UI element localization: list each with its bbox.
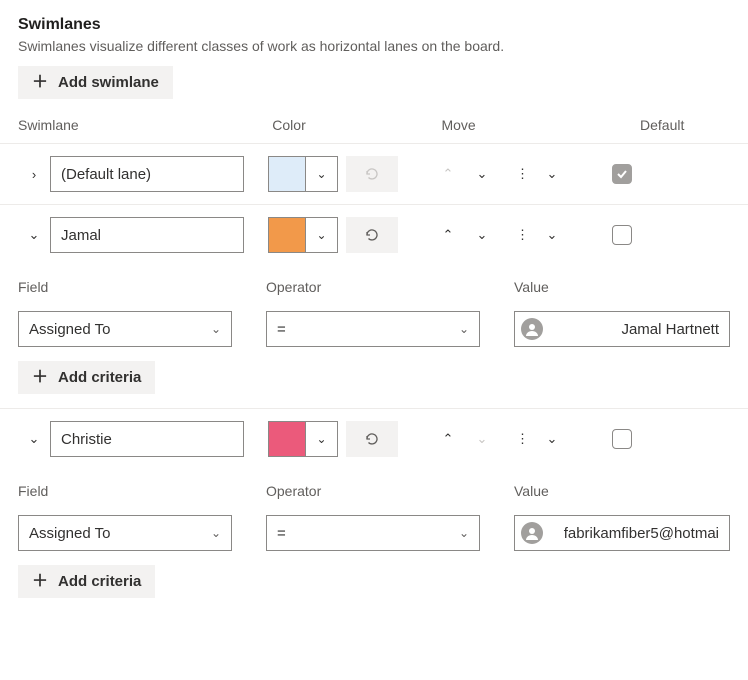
chevron-down-icon: ⌄ — [459, 322, 469, 336]
chevron-down-icon: ⌄ — [29, 227, 40, 243]
chevron-up-icon: ⌃ — [443, 227, 454, 243]
col-header-operator: Operator — [266, 279, 514, 295]
criteria-field-select[interactable]: Assigned To ⌄ — [18, 515, 232, 551]
col-header-value: Value — [514, 279, 730, 295]
refresh-icon — [364, 166, 380, 182]
criteria-value-select[interactable]: Jamal Hartnett — [514, 311, 730, 347]
kebab-icon: ⋮ — [516, 166, 528, 182]
criteria-row: Assigned To ⌄ = ⌄ Jamal Hartnett — [0, 307, 748, 361]
criteria-field-value: Assigned To — [29, 525, 110, 542]
check-icon — [616, 168, 628, 180]
chevron-down-icon: ⌄ — [211, 322, 221, 336]
expand-toggle[interactable]: ⌄ — [18, 219, 50, 251]
criteria-value-text: fabrikamfiber5@hotmai — [564, 525, 719, 542]
chevron-down-icon: ⌄ — [547, 431, 558, 447]
lane-name-input[interactable] — [50, 156, 244, 192]
avatar-icon — [521, 522, 543, 544]
col-header-move: Move — [441, 117, 640, 133]
lane-name-input[interactable] — [50, 217, 244, 253]
chevron-down-icon: ⌄ — [29, 431, 40, 447]
col-header-field: Field — [18, 483, 266, 499]
col-header-value: Value — [514, 483, 730, 499]
default-checkbox[interactable] — [612, 429, 632, 449]
move-up-button[interactable]: ⌃ — [434, 425, 462, 453]
move-down-button[interactable]: ⌄ — [468, 160, 496, 188]
chevron-right-icon: › — [32, 167, 36, 182]
add-swimlane-label: Add swimlane — [58, 74, 159, 91]
refresh-icon — [364, 431, 380, 447]
more-menu-button[interactable]: ⋮ — [508, 425, 536, 453]
chevron-up-icon: ⌃ — [443, 166, 454, 182]
page-description: Swimlanes visualize different classes of… — [0, 38, 748, 66]
move-up-button[interactable]: ⌃ — [434, 160, 462, 188]
reset-color-button[interactable] — [346, 421, 398, 457]
chevron-down-icon: ⌄ — [547, 166, 558, 182]
avatar-icon — [521, 318, 543, 340]
color-swatch — [269, 218, 305, 252]
lane-row: › ⌄ ⌃ ⌄ ⋮ ⌄ — [0, 144, 748, 204]
more-menu-dropdown[interactable]: ⌄ — [538, 425, 566, 453]
more-menu-dropdown[interactable]: ⌄ — [538, 160, 566, 188]
refresh-icon — [364, 227, 380, 243]
move-down-button[interactable]: ⌄ — [468, 425, 496, 453]
lane-name-input[interactable] — [50, 421, 244, 457]
col-header-field: Field — [18, 279, 266, 295]
plus-icon: ＋ — [32, 75, 48, 91]
chevron-down-icon: ⌄ — [477, 431, 488, 447]
reset-color-button[interactable] — [346, 217, 398, 253]
col-header-default: Default — [640, 117, 730, 133]
add-criteria-label: Add criteria — [58, 369, 141, 386]
col-header-swimlane: Swimlane — [18, 117, 272, 133]
kebab-icon: ⋮ — [516, 227, 528, 243]
chevron-down-icon: ⌄ — [305, 218, 337, 252]
criteria-operator-select[interactable]: = ⌄ — [266, 311, 480, 347]
lane-row: ⌄ ⌄ ⌃ ⌄ ⋮ ⌄ — [0, 409, 748, 469]
kebab-icon: ⋮ — [516, 431, 528, 447]
expand-toggle[interactable]: › — [18, 158, 50, 190]
default-checkbox[interactable] — [612, 225, 632, 245]
chevron-down-icon: ⌄ — [477, 227, 488, 243]
chevron-down-icon: ⌄ — [211, 526, 221, 540]
add-swimlane-button[interactable]: ＋ Add swimlane — [18, 66, 173, 99]
move-up-button[interactable]: ⌃ — [434, 221, 462, 249]
more-menu-button[interactable]: ⋮ — [508, 221, 536, 249]
color-swatch — [269, 422, 305, 456]
criteria-value-select[interactable]: fabrikamfiber5@hotmai — [514, 515, 730, 551]
criteria-field-select[interactable]: Assigned To ⌄ — [18, 311, 232, 347]
criteria-value-text: Jamal Hartnett — [621, 321, 719, 338]
criteria-row: Assigned To ⌄ = ⌄ fabrikamfiber5@hotmai — [0, 511, 748, 565]
criteria-operator-value: = — [277, 321, 286, 338]
criteria-header: Field Operator Value — [0, 469, 748, 511]
default-checkbox[interactable] — [612, 164, 632, 184]
add-criteria-button[interactable]: ＋ Add criteria — [18, 565, 155, 598]
chevron-down-icon: ⌄ — [305, 157, 337, 191]
columns-header: Swimlane Color Move Default — [0, 117, 748, 143]
plus-icon: ＋ — [32, 370, 48, 386]
add-criteria-button[interactable]: ＋ Add criteria — [18, 361, 155, 394]
move-down-button[interactable]: ⌄ — [468, 221, 496, 249]
plus-icon: ＋ — [32, 574, 48, 590]
color-swatch — [269, 157, 305, 191]
chevron-up-icon: ⌃ — [443, 431, 454, 447]
criteria-header: Field Operator Value — [0, 265, 748, 307]
col-header-operator: Operator — [266, 483, 514, 499]
expand-toggle[interactable]: ⌄ — [18, 423, 50, 455]
lane-row: ⌄ ⌄ ⌃ ⌄ ⋮ ⌄ — [0, 205, 748, 265]
chevron-down-icon: ⌄ — [459, 526, 469, 540]
col-header-color: Color — [272, 117, 441, 133]
page-title: Swimlanes — [0, 0, 748, 38]
color-picker[interactable]: ⌄ — [268, 217, 338, 253]
chevron-down-icon: ⌄ — [547, 227, 558, 243]
color-picker[interactable]: ⌄ — [268, 156, 338, 192]
more-menu-dropdown[interactable]: ⌄ — [538, 221, 566, 249]
color-picker[interactable]: ⌄ — [268, 421, 338, 457]
criteria-operator-select[interactable]: = ⌄ — [266, 515, 480, 551]
chevron-down-icon: ⌄ — [477, 166, 488, 182]
more-menu-button[interactable]: ⋮ — [508, 160, 536, 188]
criteria-operator-value: = — [277, 525, 286, 542]
chevron-down-icon: ⌄ — [305, 422, 337, 456]
reset-color-button[interactable] — [346, 156, 398, 192]
criteria-field-value: Assigned To — [29, 321, 110, 338]
add-criteria-label: Add criteria — [58, 573, 141, 590]
